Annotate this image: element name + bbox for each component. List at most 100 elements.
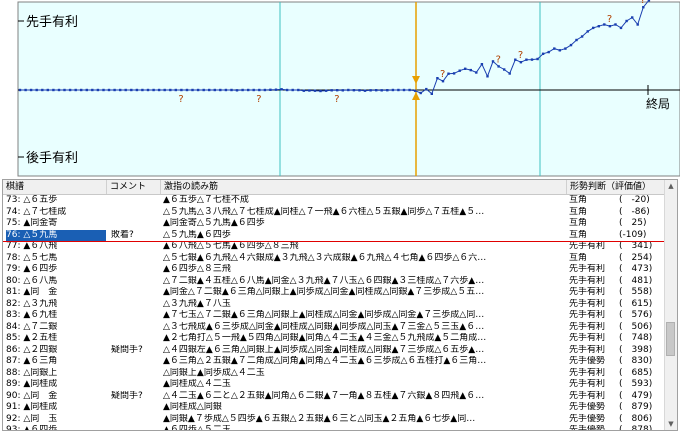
scroll-thumb[interactable] (666, 322, 675, 356)
series-point (408, 88, 411, 92)
move-cell: 82: △３九飛 (6, 298, 58, 309)
table-row[interactable]: 80: △６八馬 △７二銀▲４五桂△６八馬▲同金△３九飛▲７八玉△６四銀▲３三桂成… (3, 276, 665, 288)
move-cell: 90: △同 金 (6, 390, 58, 401)
table-row[interactable]: 93: ▲６四歩 ▲６四歩△５二玉 先手優勢 ( 878) (3, 425, 665, 430)
series-point (74, 88, 77, 92)
table-row[interactable]: 81: ▲同 金 ▲同金△７二銀▲６三角△同銀上▲同歩成△同金▲同桂成△同銀▲７三… (3, 287, 665, 299)
table-row[interactable]: 73: △６五歩 ▲６五歩△７七桂不成 互角 ( -20) (3, 195, 665, 207)
series-point (68, 88, 72, 92)
series-point (558, 49, 561, 52)
judgement-cell: 先手有利 (569, 287, 606, 297)
series-point (619, 26, 623, 30)
table-row[interactable]: 85: ▲２五桂 ▲２七角打△５一飛▲５四角△同銀▲同角△４二玉▲４三金△５九飛成… (3, 333, 665, 345)
series-point (475, 71, 478, 74)
judgement-cell: 先手有利 (569, 379, 606, 389)
question-mark: ? (607, 14, 612, 25)
move-cell: 73: △６五歩 (6, 195, 58, 205)
table-row[interactable]: 88: △同銀上 △同銀上▲同歩成△４二玉 先手有利 ( 685) (3, 368, 665, 380)
judgement-cell: 先手有利 (569, 333, 606, 343)
value-cell: ( 806) (619, 413, 653, 424)
header-reading[interactable]: 激指の読み筋 (161, 180, 567, 194)
header-move[interactable]: 棋譜 (3, 180, 107, 194)
reading-cell: ▲同桂成△同銀 (163, 402, 222, 412)
scroll-up-icon[interactable]: ▲ (665, 180, 677, 192)
evaluation-graph[interactable]: 先手有利 後手有利 終局 ????????????? (0, 0, 680, 178)
header-comment[interactable]: コメント (107, 180, 161, 194)
table-row[interactable]: 75: ▲同金寄 ▲同金寄△５九馬▲６四歩 互角 ( 25) (3, 218, 665, 230)
series-point (430, 92, 433, 95)
table-row[interactable]: 87: ▲６三角 ▲６三角△２五銀▲７二角成△同角▲同角△４二玉▲６三歩成△６五桂… (3, 356, 665, 368)
series-point (302, 89, 305, 92)
series-point (146, 88, 150, 92)
series-point (569, 43, 573, 47)
series-point (157, 88, 161, 92)
move-cell: 86: △２四銀 (6, 344, 58, 355)
value-cell: ( 398) (619, 344, 653, 355)
series-point (508, 72, 511, 75)
table-row[interactable]: 79: ▲６四歩 ▲６四歩△８三飛 先手有利 ( 473) (3, 264, 665, 276)
series-point (519, 61, 523, 64)
series-point (202, 88, 205, 92)
table-row[interactable]: 89: ▲同桂成 ▲同桂成△４二玉 先手有利 ( 593) (3, 379, 665, 391)
series-point (497, 65, 500, 68)
table-row[interactable]: 78: △５七馬 △５七銀▲６九飛△４六銀成▲３九飛△３六成銀▲６九飛△４七角▲６… (3, 253, 665, 265)
series-point (285, 88, 289, 92)
series-point (564, 47, 567, 50)
value-cell: (-109) (619, 229, 647, 240)
series-point (419, 91, 422, 95)
series-point (169, 88, 172, 92)
vertical-scrollbar[interactable]: ▲ ▼ (664, 180, 677, 430)
move-list-panel[interactable]: 棋譜 コメント 激指の読み筋 形勢判断（評価値） 73: △６五歩 ▲６五歩△７七… (2, 179, 678, 431)
scroll-down-icon[interactable]: ▼ (665, 418, 677, 430)
series-point (597, 25, 600, 28)
series-point (213, 88, 216, 92)
value-cell: ( 748) (619, 333, 653, 343)
series-point (469, 68, 472, 72)
series-point (486, 75, 489, 78)
move-cell: 89: ▲同桂成 (6, 379, 58, 389)
series-point (208, 88, 211, 92)
series-point (458, 69, 461, 72)
table-row[interactable]: 91: ▲同桂成 ▲同桂成△同銀 先手優勢 ( 879) (3, 402, 665, 414)
question-mark: ? (674, 0, 679, 3)
series-point (18, 88, 22, 92)
table-row[interactable]: 90: △同 金 疑問手? △４二玉▲６二と△２五銀▲同角△６二銀▲７一角▲８五桂▲… (3, 391, 665, 403)
move-cell: 88: △同銀上 (6, 367, 58, 378)
table-row[interactable]: 86: △２四銀 疑問手? △４四銀左▲６三角△同銀上▲同歩成△同金▲同桂成△同銀▲… (3, 345, 665, 357)
series-point (553, 47, 556, 50)
value-cell: ( 25) (619, 218, 647, 228)
series-point (235, 89, 239, 92)
series-point (24, 88, 27, 92)
series-point (185, 88, 189, 92)
series-point (219, 88, 222, 92)
comment-cell: 疑問手? (111, 390, 143, 401)
value-cell: ( 830) (619, 356, 653, 366)
judgement-cell: 互角 (569, 252, 588, 263)
series-point (313, 89, 317, 92)
series-point (530, 58, 534, 61)
move-cell: 83: ▲６九桂 (6, 310, 58, 320)
series-point (647, 0, 651, 2)
table-row[interactable]: 92: △同 玉 ▲同銀▲７歩成△５四歩▲６五銀△２五銀▲６三と△同玉▲２五角▲６… (3, 414, 665, 426)
series-point (35, 88, 38, 92)
series-point (603, 23, 606, 26)
series-point (363, 89, 367, 92)
table-row[interactable]: 84: △７二銀 △３七飛成▲６三歩成△同金▲同桂成△同銀▲同歩成△同玉▲７三金△… (3, 322, 665, 334)
header-evaluation[interactable]: 形勢判断（評価値） (567, 180, 665, 194)
table-row[interactable]: 74: △７七桂成 △５九馬△３八飛△７七桂成▲同桂△７一飛▲６六桂△５五銀▲同歩… (3, 207, 665, 219)
table-row[interactable]: 76: △５九馬 敗着? △５九馬▲６四歩 互角 (-109) (3, 229, 665, 241)
table-row[interactable]: 83: ▲６九桂 ▲７七玉△７二銀▲６三角△同銀上▲同桂成△同金▲同歩成△同金▲７… (3, 310, 665, 322)
judgement-cell: 先手有利 (569, 241, 606, 251)
table-row[interactable]: 82: △３九飛 △３九飛▲７八玉 先手有利 ( 615) (3, 299, 665, 311)
judgement-cell: 先手有利 (569, 298, 606, 309)
reading-cell: △同銀上▲同歩成△４二玉 (163, 367, 265, 378)
series-point (614, 23, 617, 26)
judgement-cell: 互角 (569, 195, 588, 205)
table-row[interactable]: 77: ▲６八飛 ▲６八飛△５七馬▲６四歩△８三飛 先手有利 ( 341) (3, 241, 665, 253)
series-point (135, 88, 139, 92)
series-point (491, 60, 495, 63)
judgement-cell: 先手優勢 (569, 402, 606, 412)
series-point (163, 88, 166, 92)
series-point (130, 88, 133, 92)
series-point (608, 25, 612, 28)
